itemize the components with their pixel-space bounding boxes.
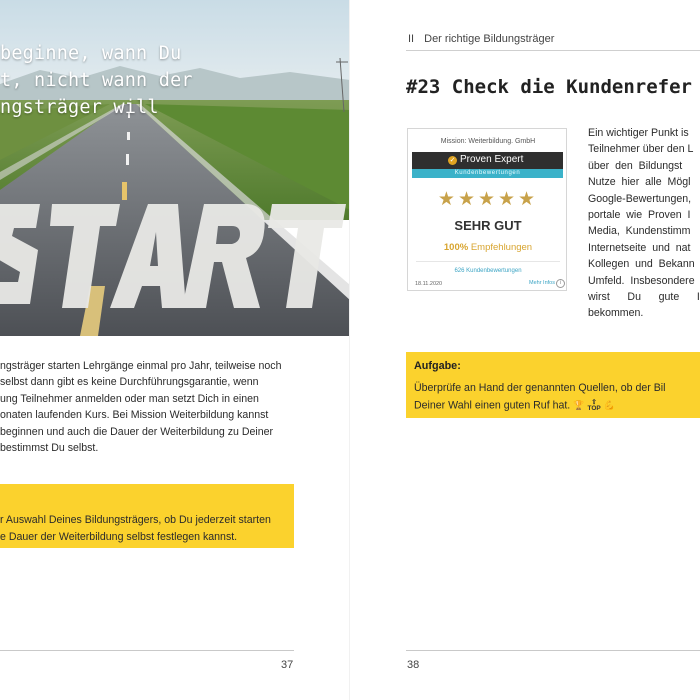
badge-date: 18.11.2020 [415,281,443,287]
left-task-text: r Auswahl Deines Bildungsträgers, ob Du … [0,514,271,543]
task-label: Aufgabe: [414,360,461,372]
star-rating-icons: ★★★★★ [437,189,539,210]
section-title: Der richtige Bildungsträger [424,33,555,45]
right-page: II Der richtige Bildungsträger #23 Check … [350,0,700,700]
left-page-number: 37 [281,659,294,671]
check-icon: ✓ [448,156,457,165]
start-road-photo: beginne, wann Du t, nicht wann der ngsträg… [0,0,350,336]
trophy-icon: 🏆 [573,400,585,410]
right-footer-rule [406,650,700,651]
badge-brand: Proven Expert [460,154,524,165]
header-rule [406,50,700,51]
right-page-number: 38 [407,659,420,671]
info-icon[interactable]: i [556,279,565,288]
flexed-arm-icon: 💪 [603,400,615,410]
left-page: beginne, wann Du t, nicht wann der ngsträg… [0,0,350,700]
badge-more-info-link[interactable]: Mehr Infos [529,280,555,286]
badge-divider [416,261,560,262]
badge-company: Mission: Weiterbildung. GmbH [440,138,536,145]
running-header: II Der richtige Bildungsträger [408,33,554,45]
section-number: II [408,33,415,45]
right-task-text: Überprüfe an Hand der genannten Quellen,… [414,380,700,414]
badge-recommendations: 100% Empfehlungen [443,242,533,253]
left-footer-rule [0,650,294,651]
top-icon: ⇧ TOP [587,398,601,412]
left-body-text: ngsträger starten Lehrgänge einmal pro J… [0,360,282,455]
badge-grade: SEHR GUT [454,218,522,233]
badge-ribbon-text: Kundenbewertungen [454,170,521,176]
hero-quote: beginne, wann Du t, nicht wann der ngsträg… [0,43,193,118]
proven-expert-badge[interactable]: Mission: Weiterbildung. GmbH ✓ Proven Ex… [407,128,567,291]
chapter-title: #23 Check die Kundenrefer [406,76,692,98]
badge-review-count[interactable]: 626 Kundenbewertungen [408,268,568,274]
right-body-text: Ein wichtiger Punkt is Teilnehmer über d… [588,127,700,320]
